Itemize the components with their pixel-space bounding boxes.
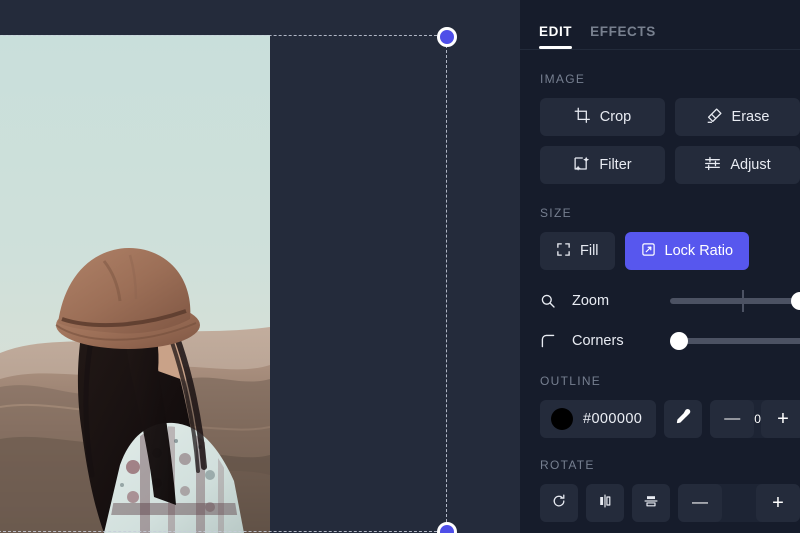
section-label-image: IMAGE [540, 72, 586, 86]
panel-tabs: EDIT EFFECTS [520, 0, 800, 50]
edit-panel: EDIT EFFECTS IMAGE Crop Erase Filter Adj… [520, 0, 800, 533]
zoom-slider-thumb[interactable] [791, 292, 800, 310]
zoom-slider[interactable] [670, 288, 800, 314]
flip-vertical-icon [643, 493, 659, 514]
corner-radius-icon [540, 333, 562, 349]
section-label-outline: OUTLINE [540, 374, 602, 388]
section-label-rotate: ROTATE [540, 458, 595, 472]
selected-image[interactable] [0, 35, 270, 533]
fill-button-label: Fill [580, 243, 599, 259]
crop-button[interactable]: Crop [540, 98, 665, 136]
corners-slider-track [670, 338, 800, 344]
rotate-controls-row: — + [520, 484, 800, 522]
corners-slider-thumb[interactable] [670, 332, 688, 350]
rotate-icon [551, 493, 567, 514]
handle-top-right[interactable] [437, 27, 457, 47]
corners-slider-row: Corners [520, 326, 800, 356]
handle-bottom-right[interactable] [437, 522, 457, 533]
outline-width-decrease-button[interactable]: — [710, 400, 755, 438]
rotate-decrease-button[interactable]: — [678, 484, 722, 522]
rotate-button[interactable] [540, 484, 578, 522]
image-editor-app: EDIT EFFECTS IMAGE Crop Erase Filter Adj… [0, 0, 800, 533]
eyedropper-icon [675, 408, 692, 430]
outline-color-picker[interactable]: #000000 [540, 400, 657, 438]
tab-edit[interactable]: EDIT [539, 24, 573, 49]
filter-button-label: Filter [599, 157, 632, 173]
zoom-slider-label: Zoom [572, 293, 610, 309]
fill-button[interactable]: Fill [540, 232, 615, 270]
eraser-icon [706, 107, 723, 128]
rotate-increase-button[interactable]: + [756, 484, 800, 522]
section-label-size: SIZE [540, 206, 572, 220]
eyedropper-button[interactable] [664, 400, 703, 438]
outline-controls-row: #000000 — 0 + [520, 400, 800, 438]
crop-button-label: Crop [599, 109, 632, 125]
lock-ratio-button-label: Lock Ratio [664, 243, 734, 259]
outline-width-stepper: — 0 + [710, 400, 800, 438]
image-buttons-row-1: Crop Erase [520, 98, 800, 136]
image-buttons-row-2: Filter Adjust [520, 146, 800, 184]
corners-slider-label: Corners [572, 333, 624, 349]
lock-ratio-button[interactable]: Lock Ratio [624, 232, 750, 270]
adjust-button[interactable]: Adjust [675, 146, 800, 184]
crop-icon [574, 107, 591, 128]
sliders-icon [704, 155, 721, 176]
fill-icon [556, 242, 571, 261]
filter-button[interactable]: Filter [540, 146, 665, 184]
flip-vertical-button[interactable] [632, 484, 670, 522]
size-buttons-row: Fill Lock Ratio [520, 232, 800, 270]
erase-button[interactable]: Erase [675, 98, 800, 136]
adjust-button-label: Adjust [730, 157, 771, 173]
outline-width-value: 0 [754, 412, 761, 426]
canvas-area[interactable] [0, 0, 520, 533]
outline-color-swatch [551, 408, 573, 430]
magnifier-icon [540, 293, 562, 309]
outline-width-increase-button[interactable]: + [760, 400, 800, 438]
lock-ratio-icon [641, 242, 656, 261]
outline-color-hex: #000000 [583, 411, 643, 427]
tab-effects[interactable]: EFFECTS [590, 24, 656, 49]
flip-horizontal-button[interactable] [586, 484, 624, 522]
zoom-slider-center-tick [741, 290, 744, 312]
photo-artwork [0, 35, 270, 533]
zoom-slider-row: Zoom [520, 286, 800, 316]
rotate-angle-stepper: — + [678, 484, 800, 522]
zoom-slider-track [670, 298, 800, 304]
filter-icon [573, 155, 590, 176]
erase-button-label: Erase [731, 109, 770, 125]
flip-horizontal-icon [597, 493, 613, 514]
corners-slider[interactable] [670, 328, 800, 354]
